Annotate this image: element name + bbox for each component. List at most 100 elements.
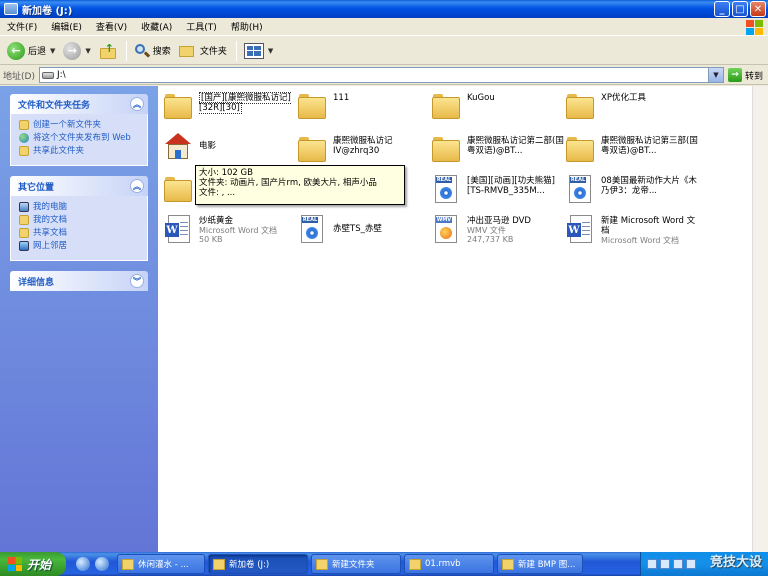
- drive-icon: [4, 3, 18, 15]
- list-item[interactable]: 111: [297, 91, 431, 127]
- shared-folder-icon: [19, 228, 29, 238]
- task-label: 新建文件夹: [332, 560, 375, 570]
- menu-edit[interactable]: 编辑(E): [44, 20, 89, 33]
- share-folder-link[interactable]: 共享此文件夹: [19, 146, 141, 156]
- taskbar-item[interactable]: 休闲灌水 - ...: [117, 554, 205, 574]
- menu-file[interactable]: 文件(F): [0, 20, 44, 33]
- list-item[interactable]: XP优化工具: [565, 91, 699, 127]
- tray-icon[interactable]: [673, 559, 683, 569]
- chevron-down-icon[interactable]: ▼: [268, 47, 273, 55]
- watermark: 竞技大设: [709, 555, 762, 570]
- chevron-down-icon[interactable]: ︾: [130, 274, 144, 288]
- chevron-up-icon[interactable]: ︽: [130, 179, 144, 193]
- back-label: 后退: [28, 47, 47, 57]
- menu-help[interactable]: 帮助(H): [224, 20, 270, 33]
- folders-button[interactable]: 文件夹: [176, 40, 230, 62]
- item-size: 50 KB: [199, 235, 223, 244]
- list-item[interactable]: W 新建 Microsoft Word 文档 Microsoft Word 文档: [565, 214, 699, 250]
- address-input[interactable]: J:\ ▼: [39, 67, 724, 83]
- maximize-button[interactable]: □: [732, 1, 748, 17]
- folder-icon: [297, 134, 327, 164]
- up-button[interactable]: ↑: [96, 40, 120, 62]
- publish-web-link[interactable]: 将这个文件夹发布到 Web: [19, 133, 141, 143]
- tray-icon[interactable]: [647, 559, 657, 569]
- toolbar-separator: [125, 40, 127, 61]
- help-icon[interactable]: [660, 559, 670, 569]
- folder-up-icon: ↑: [99, 42, 117, 60]
- start-button[interactable]: 开始: [0, 552, 66, 576]
- search-button[interactable]: 搜索: [131, 40, 174, 62]
- start-label: 开始: [27, 557, 52, 572]
- views-icon: [243, 42, 264, 59]
- item-name: [美国][动画][功夫熊猫][TS-RMVB_335M...: [467, 176, 555, 196]
- views-button[interactable]: ▼: [241, 40, 276, 62]
- list-item[interactable]: KuGou: [431, 91, 565, 127]
- panel-title: 文件和文件夹任务: [18, 100, 91, 111]
- item-name: [国产][康熙微服私访记][32R][30]: [199, 92, 291, 114]
- create-folder-link[interactable]: 创建一个新文件夹: [19, 120, 141, 130]
- windows-flag-icon: [8, 557, 22, 571]
- image-icon: [502, 558, 514, 570]
- link-label: 将这个文件夹发布到 Web: [33, 133, 131, 143]
- list-item[interactable]: REAL [美国][动画][功夫熊猫][TS-RMVB_335M...: [431, 174, 565, 210]
- list-item[interactable]: REAL 赤壁TS_赤壁: [297, 214, 431, 250]
- minimize-button[interactable]: _: [714, 1, 730, 17]
- item-type: Microsoft Word 文档: [601, 236, 680, 245]
- close-button[interactable]: ✕: [750, 1, 766, 17]
- back-button[interactable]: ← 后退 ▼: [4, 40, 58, 62]
- file-view: [国产][康熙微服私访记][32R][30] 111 KuGou XP优化工具 …: [158, 86, 752, 552]
- list-item[interactable]: 康熙微服私访记第二部(国粤双语)@BT...: [431, 134, 565, 170]
- menu-view[interactable]: 查看(V): [89, 20, 134, 33]
- address-bar: 地址(D) J:\ ▼ → 转到: [0, 66, 768, 85]
- search-label: 搜索: [152, 47, 171, 57]
- folders-icon: [178, 43, 197, 59]
- go-button[interactable]: → 转到: [728, 68, 763, 82]
- address-label: 地址(D): [3, 71, 35, 82]
- realplayer-file-icon: REAL: [565, 174, 595, 204]
- list-item[interactable]: [国产][康熙微服私访记][32R][30]: [163, 91, 297, 127]
- media-icon[interactable]: [95, 557, 109, 571]
- link-label: 我的电脑: [33, 202, 68, 212]
- list-item[interactable]: 康熙微服私访记第三部(国粤双语)@BT...: [565, 134, 699, 170]
- list-item[interactable]: WMV 冲出亚马逊 DVD WMV 文件 247,737 KB: [431, 214, 565, 250]
- computer-icon: [19, 202, 29, 212]
- shared-documents-link[interactable]: 共享文档: [19, 228, 141, 238]
- forward-button[interactable]: → ▼: [60, 40, 93, 62]
- taskbar-item[interactable]: 新建文件夹: [311, 554, 401, 574]
- chevron-down-icon[interactable]: ▼: [708, 68, 723, 82]
- network-places-link[interactable]: 网上邻居: [19, 241, 141, 251]
- taskbar-item[interactable]: 01.rmvb: [404, 554, 494, 574]
- tooltip-folders: 文件夹: 动画片, 国产片rm, 欧美大片, 相声小品: [199, 178, 377, 188]
- chevron-up-icon[interactable]: ︽: [130, 97, 144, 111]
- list-item[interactable]: W 炒纸黄金 Microsoft Word 文档 50 KB: [163, 214, 297, 250]
- my-documents-link[interactable]: 我的文档: [19, 215, 141, 225]
- volume-icon[interactable]: [686, 559, 696, 569]
- other-places-header[interactable]: 其它位置 ︽: [10, 176, 148, 196]
- details-header[interactable]: 详细信息 ︾: [10, 271, 148, 291]
- taskbar-item[interactable]: 新建 BMP 图...: [497, 554, 583, 574]
- vertical-scrollbar[interactable]: [752, 86, 768, 552]
- task-label: 休闲灌水 - ...: [138, 560, 189, 570]
- folder-icon: [431, 134, 461, 164]
- chevron-down-icon[interactable]: ▼: [50, 47, 55, 55]
- item-name: 康熙微服私访记第三部(国粤双语)@BT...: [601, 136, 698, 156]
- share-icon: [19, 146, 29, 156]
- item-name: 冲出亚马逊 DVD: [467, 216, 531, 226]
- menu-tools[interactable]: 工具(T): [179, 20, 224, 33]
- browser-icon[interactable]: [76, 557, 90, 571]
- panel-body: 创建一个新文件夹 将这个文件夹发布到 Web 共享此文件夹: [10, 114, 148, 166]
- menu-favorites[interactable]: 收藏(A): [134, 20, 179, 33]
- back-arrow-icon: ←: [7, 41, 25, 60]
- item-name: KuGou: [467, 93, 495, 103]
- link-label: 共享此文件夹: [33, 146, 85, 156]
- file-tasks-header[interactable]: 文件和文件夹任务 ︽: [10, 94, 148, 114]
- video-icon: [409, 558, 421, 570]
- toolbar: ← 后退 ▼ → ▼ ↑ 搜索 文件夹 ▼: [0, 37, 768, 65]
- panel-title: 其它位置: [18, 182, 55, 193]
- list-item[interactable]: 电影: [163, 131, 297, 167]
- my-computer-link[interactable]: 我的电脑: [19, 202, 141, 212]
- taskbar-item[interactable]: 新加卷 (J:): [208, 554, 308, 574]
- chevron-down-icon[interactable]: ▼: [85, 47, 90, 55]
- list-item[interactable]: REAL 08美国最新动作大片《木乃伊3：龙帝...: [565, 174, 699, 210]
- item-type: Microsoft Word 文档: [199, 226, 278, 235]
